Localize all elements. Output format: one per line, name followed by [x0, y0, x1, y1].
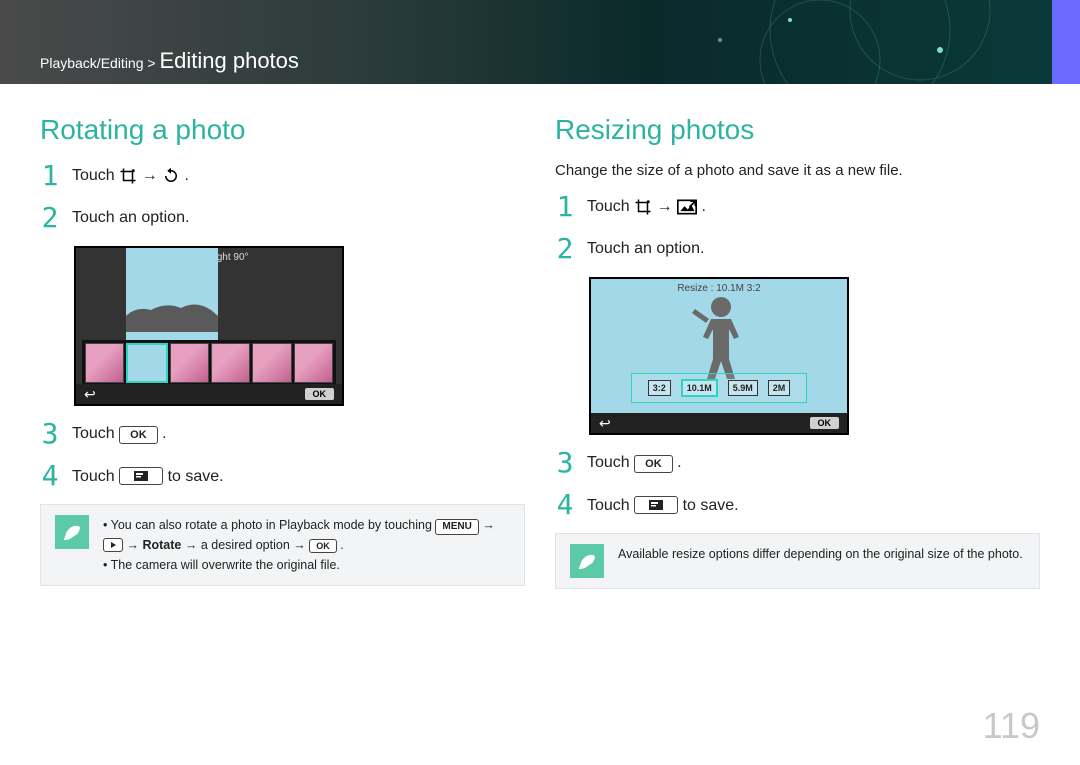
- thumb: [170, 343, 209, 383]
- save-key: [634, 496, 678, 514]
- pen-icon: [570, 544, 604, 578]
- step-number: 2: [40, 204, 60, 232]
- right-column: Resizing photos Change the size of a pho…: [555, 114, 1040, 589]
- rotate-toolbar: ↩ OK: [76, 384, 342, 404]
- resize-toolbar: ↩ OK: [591, 413, 847, 433]
- resize-opt: 5.9M: [728, 380, 758, 396]
- step-number: 1: [40, 162, 60, 190]
- page-title: Editing photos: [159, 48, 298, 73]
- resize-note-text: Available resize options differ dependin…: [618, 544, 1023, 564]
- left-step-1: 1 Touch → .: [40, 162, 525, 190]
- left-step-3: 3 Touch OK .: [40, 420, 525, 448]
- ok-key-small: OK: [309, 539, 337, 553]
- left-step-4: 4 Touch to save.: [40, 462, 525, 490]
- ok-button: OK: [810, 417, 840, 429]
- breadcrumb-path: Playback/Editing >: [40, 55, 156, 71]
- thumb: [211, 343, 250, 383]
- resize-label: Resize : 10.1M 3:2: [591, 283, 847, 294]
- resize-note: Available resize options differ dependin…: [555, 533, 1040, 589]
- crop-icon: [634, 198, 652, 216]
- step-number: 4: [40, 462, 60, 490]
- island-silhouette: [126, 296, 218, 332]
- thumb-selected: [126, 343, 167, 383]
- right-step-3: 3 Touch OK .: [555, 449, 1040, 477]
- step-number: 3: [555, 449, 575, 477]
- resize-options: 3:2 10.1M 5.9M 2M: [631, 373, 807, 403]
- thumb: [294, 343, 333, 383]
- step-number: 4: [555, 491, 575, 519]
- menu-key: MENU: [435, 519, 478, 535]
- rotate-screenshot: Rotate : Right 90° ↩ OK: [74, 246, 344, 406]
- note-line-1: You can also rotate a photo in Playback …: [103, 515, 510, 555]
- crop-icon: [119, 167, 137, 185]
- back-icon: ↩: [84, 386, 96, 403]
- ok-key: OK: [119, 426, 158, 444]
- breadcrumb: Playback/Editing > Editing photos: [40, 48, 299, 74]
- rotate-note: You can also rotate a photo in Playback …: [40, 504, 525, 586]
- header-banner: Playback/Editing > Editing photos: [0, 0, 1080, 84]
- resize-opt: 3:2: [648, 380, 671, 396]
- banner-decoration: [660, 0, 1020, 84]
- playback-key: [103, 538, 123, 552]
- back-icon: ↩: [599, 415, 611, 432]
- heading-rotating: Rotating a photo: [40, 114, 525, 146]
- resize-screenshot: Resize : 10.1M 3:2 3:2 10.1M 5.9M 2M ↩ O…: [589, 277, 849, 435]
- ok-button: OK: [305, 388, 335, 400]
- right-step-1: 1 Touch →: [555, 193, 1040, 221]
- ok-key: OK: [634, 455, 673, 473]
- heading-resizing: Resizing photos: [555, 114, 1040, 146]
- side-tab: [1052, 0, 1080, 84]
- page-number: 119: [983, 705, 1040, 747]
- left-step-2: 2 Touch an option.: [40, 204, 525, 232]
- rotate-icon: [162, 167, 180, 185]
- resize-intro: Change the size of a photo and save it a…: [555, 162, 1040, 179]
- right-step-4: 4 Touch to save.: [555, 491, 1040, 519]
- save-key: [119, 467, 163, 485]
- step-number: 2: [555, 235, 575, 263]
- left-column: Rotating a photo 1 Touch →: [40, 114, 525, 589]
- resize-icon: [677, 199, 697, 215]
- pen-icon: [55, 515, 89, 549]
- step-number: 3: [40, 420, 60, 448]
- step-number: 1: [555, 193, 575, 221]
- note-line-2: The camera will overwrite the original f…: [103, 555, 510, 575]
- resize-opt: 2M: [768, 380, 791, 396]
- thumb: [85, 343, 124, 383]
- thumb: [252, 343, 291, 383]
- resize-opt-selected: 10.1M: [681, 379, 718, 397]
- filmstrip: [82, 340, 336, 386]
- right-step-2: 2 Touch an option.: [555, 235, 1040, 263]
